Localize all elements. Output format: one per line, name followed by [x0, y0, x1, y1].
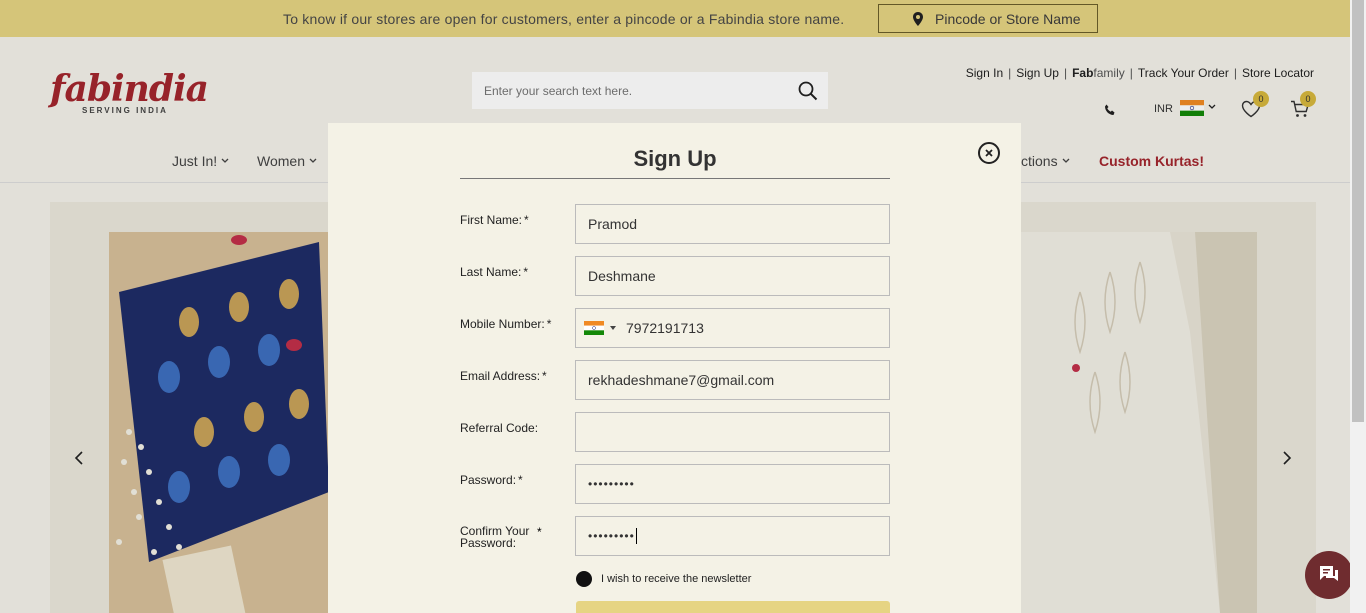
email-field[interactable]: rekhadeshmane7@gmail.com	[575, 360, 890, 400]
mobile-number-label: Mobile Number: *	[460, 317, 552, 331]
confirm-password-row: Confirm Your Password: * •••••••••	[460, 516, 890, 556]
text-cursor	[635, 528, 637, 544]
sign-up-submit-button[interactable]	[576, 601, 890, 613]
chat-button[interactable]	[1305, 551, 1353, 599]
newsletter-radio[interactable]	[576, 571, 592, 587]
chat-icon	[1320, 566, 1338, 581]
mobile-number-value: 7972191713	[626, 320, 704, 336]
confirm-password-field[interactable]: •••••••••	[575, 516, 890, 556]
close-icon	[985, 149, 993, 157]
mobile-number-row: Mobile Number: * 7972191713	[460, 308, 890, 348]
first-name-label: First Name: *	[460, 213, 529, 227]
page-scrollbar[interactable]	[1350, 0, 1366, 613]
modal-title: Sign Up	[633, 146, 717, 171]
confirm-password-label: Confirm Your Password:	[460, 524, 530, 550]
country-dropdown-icon[interactable]	[610, 326, 616, 330]
email-row: Email Address: * rekhadeshmane7@gmail.com	[460, 360, 890, 400]
referral-code-row: Referral Code:	[460, 412, 890, 452]
confirm-password-value: •••••••••	[588, 529, 635, 543]
last-name-row: Last Name: * Deshmane	[460, 256, 890, 296]
first-name-row: First Name: * Pramod	[460, 204, 890, 244]
newsletter-option[interactable]: I wish to receive the newsletter	[576, 571, 751, 587]
referral-code-label: Referral Code:	[460, 421, 539, 435]
scrollbar-thumb[interactable]	[1352, 0, 1364, 422]
first-name-field[interactable]: Pramod	[575, 204, 890, 244]
title-divider	[460, 178, 890, 179]
password-field[interactable]: •••••••••	[575, 464, 890, 504]
last-name-field[interactable]: Deshmane	[575, 256, 890, 296]
mobile-number-field[interactable]: 7972191713	[575, 308, 890, 348]
last-name-label: Last Name: *	[460, 265, 529, 279]
password-row: Password: * •••••••••	[460, 464, 890, 504]
email-label: Email Address: *	[460, 369, 547, 383]
sign-up-modal: Sign Up First Name: * Pramod Last Name: * …	[328, 123, 1021, 613]
india-flag-icon[interactable]	[584, 321, 604, 335]
close-button[interactable]	[978, 142, 1000, 164]
newsletter-label: I wish to receive the newsletter	[601, 573, 752, 585]
referral-code-field[interactable]	[575, 412, 890, 452]
password-label: Password: *	[460, 473, 523, 487]
required-mark: *	[537, 525, 542, 539]
